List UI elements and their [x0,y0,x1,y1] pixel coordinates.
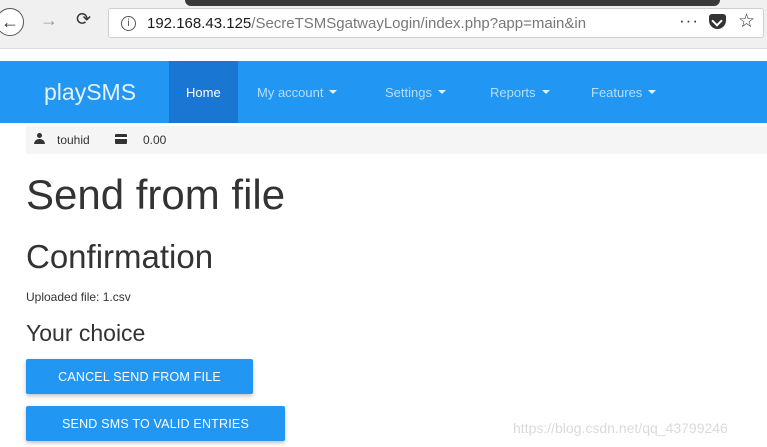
cancel-send-button[interactable]: CANCEL SEND FROM FILE [26,359,253,394]
credit-card-icon [115,134,127,144]
info-icon[interactable]: i [121,16,136,31]
reload-icon: ⟳ [76,9,92,29]
section-title: Confirmation [26,238,214,275]
credit-balance: 0.00 [143,133,167,147]
nav-my-account-label: My account [257,84,324,100]
nav-reports[interactable]: Reports [490,61,550,123]
more-icon[interactable]: ··· [679,11,699,31]
forward-button[interactable]: → [40,10,58,31]
caret-down-icon [329,90,338,94]
url-text[interactable]: 192.168.43.125/SecreTSMSgatwayLogin/inde… [147,15,675,32]
url-fade [599,9,679,37]
caret-down-icon [648,90,657,94]
url-path: /SecreTSMSgatwayLogin/index.php?app=main… [251,15,587,32]
main-navbar: playSMS Home My account Settings Reports… [0,61,767,123]
nav-home-label: Home [186,84,221,100]
uploaded-file-text: Uploaded file: 1.csv [26,290,131,304]
caret-down-icon [541,90,550,94]
user-icon [34,133,45,145]
address-bar[interactable]: i 192.168.43.125/SecreTSMSgatwayLogin/in… [108,8,764,38]
tab-strip [185,0,720,6]
arrow-right-icon: → [40,10,58,30]
star-icon[interactable]: ☆ [738,10,755,33]
url-host: 192.168.43.125 [147,15,252,32]
nav-features-label: Features [591,84,643,100]
nav-settings[interactable]: Settings [385,61,446,123]
page-title: Send from file [26,171,286,218]
user-info-bar: touhid 0.00 [26,126,767,154]
choice-title: Your choice [26,320,146,346]
watermark: https://blog.csdn.net/qq_43799246 [513,420,728,436]
brand-logo[interactable]: playSMS [44,79,136,106]
reload-button[interactable]: ⟳ [76,9,91,30]
browser-toolbar: ← → ⟳ i 192.168.43.125/SecreTSMSgatwayLo… [0,0,767,49]
pocket-icon[interactable] [709,14,726,29]
caret-down-icon [437,90,446,94]
nav-reports-label: Reports [490,84,536,100]
nav-home[interactable]: Home [169,61,238,123]
nav-my-account[interactable]: My account [257,61,338,123]
back-button[interactable]: ← [0,8,24,36]
send-sms-button[interactable]: SEND SMS TO VALID ENTRIES [26,406,285,441]
arrow-left-icon: ← [1,11,19,32]
nav-features[interactable]: Features [591,61,657,123]
username: touhid [57,133,90,147]
nav-settings-label: Settings [385,84,432,100]
